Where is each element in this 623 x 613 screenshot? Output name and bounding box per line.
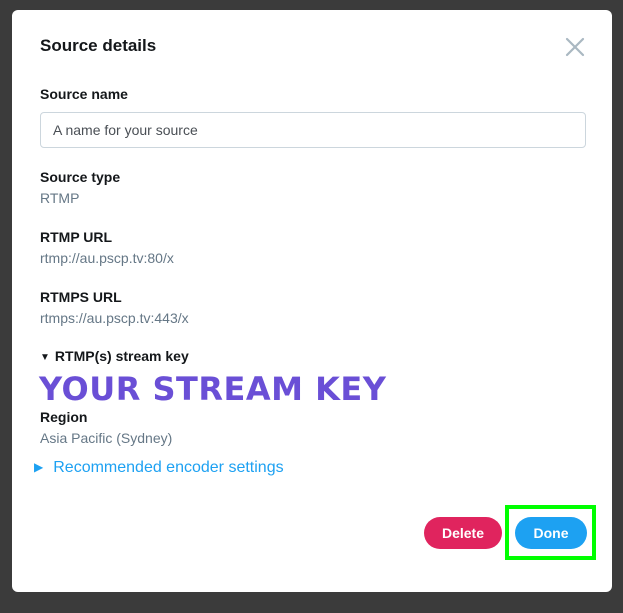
- source-type-label: Source type: [40, 169, 121, 185]
- triangle-down-icon: ▼: [40, 352, 50, 363]
- triangle-right-icon: ▶: [34, 460, 44, 474]
- rtmp-url-label: RTMP URL: [40, 229, 113, 245]
- done-button[interactable]: Done: [515, 517, 587, 549]
- source-details-dialog: Source details Source name Source type R…: [12, 10, 612, 592]
- encoder-settings-toggle[interactable]: ▶ Recommended encoder settings: [34, 459, 284, 477]
- region-value: Asia Pacific (Sydney): [40, 430, 173, 446]
- encoder-settings-label: Recommended encoder settings: [53, 459, 284, 476]
- source-type-value: RTMP: [40, 190, 80, 206]
- source-name-label: Source name: [40, 86, 128, 102]
- rtmps-url-label: RTMPS URL: [40, 289, 122, 305]
- rtmp-url-value: rtmp://au.pscp.tv:80/x: [40, 250, 174, 266]
- source-name-input[interactable]: [40, 112, 586, 148]
- rtmps-url-value: rtmps://au.pscp.tv:443/x: [40, 310, 189, 326]
- stream-key-toggle[interactable]: ▼ RTMP(s) stream key: [40, 348, 189, 364]
- delete-button[interactable]: Delete: [424, 517, 502, 549]
- close-button[interactable]: [564, 36, 586, 58]
- stream-key-label: RTMP(s) stream key: [54, 348, 189, 364]
- region-label: Region: [40, 409, 88, 425]
- stream-key-value: YOUR STREAM KEY: [39, 370, 387, 408]
- dialog-title: Source details: [40, 36, 157, 55]
- close-icon: [565, 37, 585, 57]
